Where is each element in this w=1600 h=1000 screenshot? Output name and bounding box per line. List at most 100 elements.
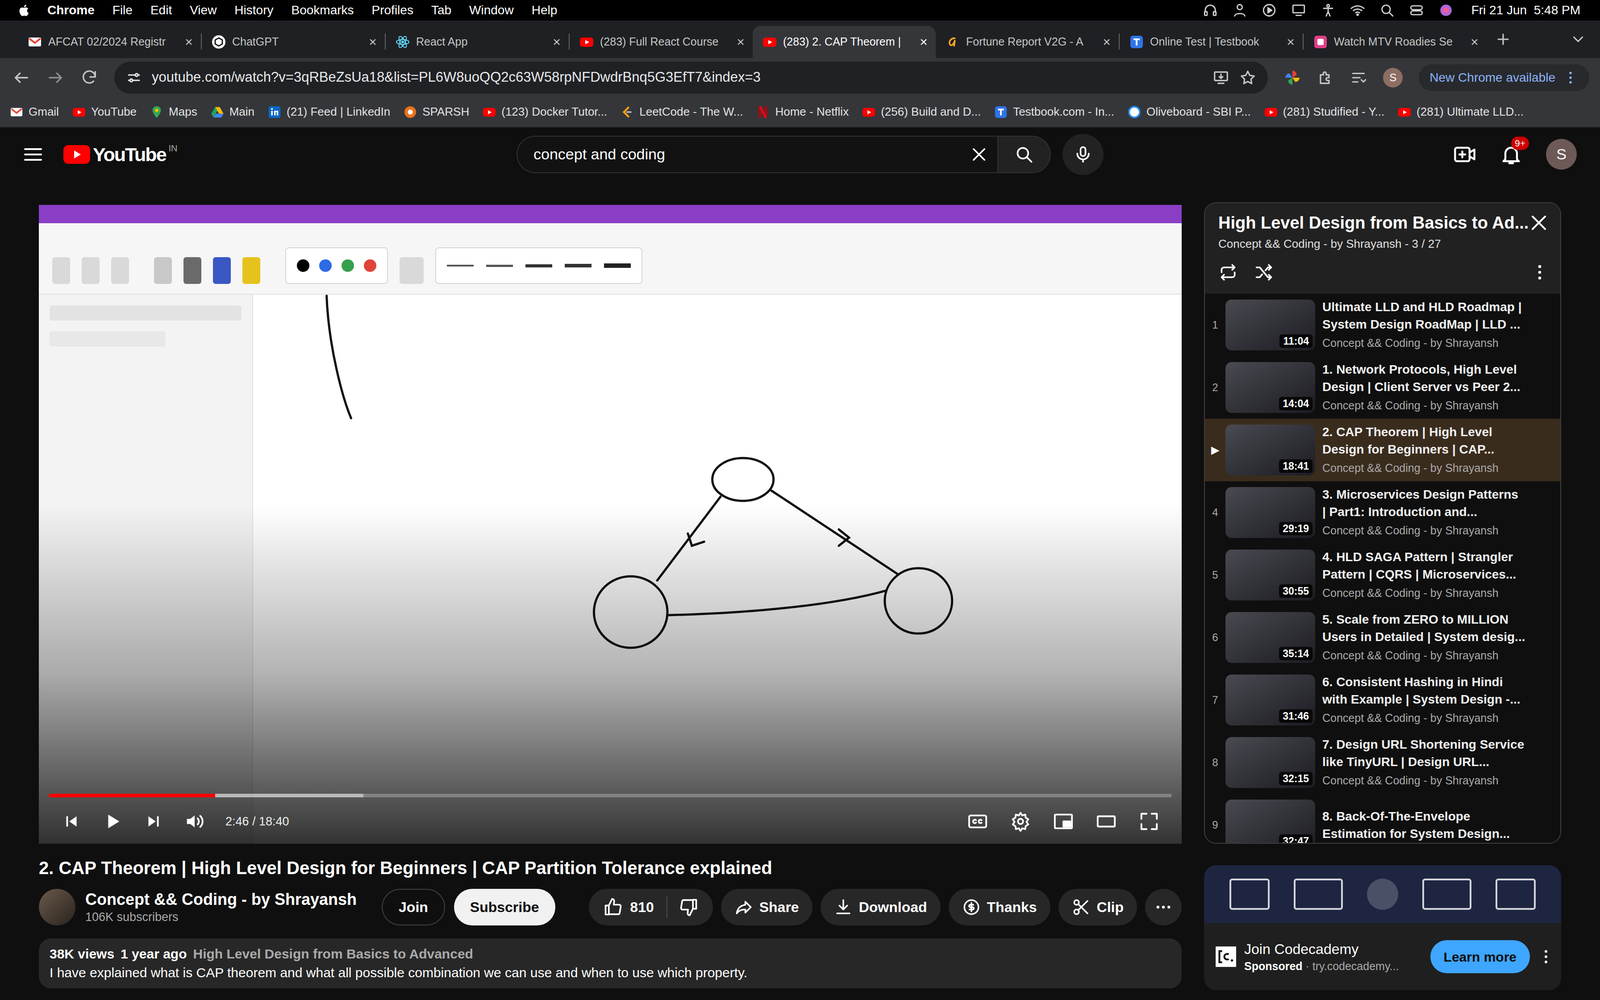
search-icon[interactable] (1014, 144, 1034, 165)
profile-avatar[interactable]: S (1383, 67, 1403, 88)
bookmark[interactable]: SPARSH (403, 103, 470, 121)
bookmark-label[interactable]: Gmail (28, 103, 59, 121)
new-tab-icon[interactable] (1494, 30, 1512, 48)
like-button[interactable]: 810 (588, 896, 667, 918)
bookmark-label[interactable]: YouTube (91, 103, 137, 121)
reading-list-icon[interactable] (1350, 69, 1367, 87)
menu-item[interactable]: Edit (150, 0, 172, 20)
tab-label[interactable]: Fortune Report V2G - A (966, 33, 1094, 51)
bookmark-star-icon[interactable] (1239, 69, 1257, 87)
playlist-more-icon[interactable] (1529, 262, 1550, 283)
tab-label[interactable]: React App (416, 33, 544, 51)
bookmark-label[interactable]: LeetCode - The W... (639, 103, 743, 121)
shuffle-icon[interactable] (1254, 262, 1274, 283)
playlist-item[interactable]: 635:145. Scale from ZERO to MILLIONUsers… (1204, 606, 1561, 669)
ad-more-icon[interactable] (1537, 947, 1555, 966)
channel-name[interactable]: Concept && Coding - by Shrayansh (85, 889, 357, 910)
sponsored-ad[interactable]: Join CodecademySponsored · try.codecadem… (1204, 865, 1562, 991)
bookmark-label[interactable]: Testbook.com - In... (1012, 103, 1115, 121)
progress-track[interactable] (49, 793, 1172, 798)
dislike-icon[interactable] (679, 897, 699, 917)
bookmark[interactable]: (256) Build and D... (862, 103, 981, 121)
previous-icon[interactable] (61, 811, 82, 832)
update-chip[interactable]: New Chrome available (1418, 64, 1590, 92)
video-thumbnail[interactable]: 31:46 (1225, 674, 1316, 726)
ad-banner[interactable] (1204, 865, 1562, 924)
playlist-item[interactable]: 429:193. Microservices Design Patterns| … (1204, 481, 1561, 544)
bookmark-label[interactable]: SPARSH (422, 103, 470, 121)
tab-close-button[interactable]: × (733, 35, 748, 49)
tab[interactable]: ChatGPT × (201, 25, 385, 59)
loop-icon[interactable] (1218, 262, 1238, 283)
thanks-button[interactable]: Thanks (948, 888, 1051, 926)
menu-item[interactable]: Bookmarks (291, 0, 354, 20)
forward-icon[interactable] (46, 68, 65, 87)
playlist-item[interactable]: 530:554. HLD SAGA Pattern | StranglerPat… (1204, 543, 1561, 607)
bookmark[interactable]: LeetCode - The W... (620, 103, 743, 121)
tab-label[interactable]: Watch MTV Roadies Se (1333, 33, 1462, 51)
tab-label[interactable]: (283) 2. CAP Theorem | (783, 33, 911, 51)
update-label[interactable]: New Chrome available (1429, 68, 1556, 88)
channel-avatar[interactable] (38, 888, 76, 926)
playlist-link[interactable]: High Level Design from Basics to Advance… (193, 944, 474, 964)
bookmark[interactable]: Main (210, 103, 255, 121)
mic-icon[interactable] (1073, 144, 1093, 165)
playlist-item[interactable]: ▶18:412. CAP Theorem | High LevelDesign … (1204, 418, 1561, 482)
bookmark[interactable]: (281) Ultimate LLD... (1397, 103, 1524, 121)
bookmark[interactable]: (21) Feed | LinkedIn (267, 103, 391, 121)
menu-item[interactable]: Tab (431, 0, 452, 20)
person-icon[interactable] (1320, 2, 1336, 18)
user-icon[interactable] (1232, 2, 1248, 18)
video-thumbnail[interactable]: 18:41 (1225, 424, 1316, 476)
tab-close-button[interactable]: × (1283, 35, 1298, 49)
fullscreen-icon[interactable] (1138, 811, 1160, 832)
video-thumbnail[interactable]: 14:04 (1225, 362, 1316, 413)
tab[interactable]: React App× (385, 25, 569, 59)
dislike-button[interactable] (667, 897, 713, 917)
download-button[interactable]: Download (820, 888, 941, 926)
menu-item[interactable]: File (112, 0, 133, 20)
tab-close-button[interactable]: × (182, 35, 196, 49)
bookmark-label[interactable]: Oliveboard - SBI P... (1146, 103, 1251, 121)
search-bar[interactable]: concept and coding (516, 135, 1051, 174)
bookmark-label[interactable]: Home - Netflix (775, 103, 849, 121)
create-icon[interactable] (1453, 142, 1477, 167)
url-text[interactable]: youtube.com/watch?v=3qRBeZsUa18&list=PL6… (151, 66, 1203, 88)
tab[interactable]: AFCAT 02/2024 Registr × (17, 25, 201, 59)
video-thumbnail[interactable]: 29:19 (1225, 487, 1316, 538)
extension-pinwheel-icon[interactable] (1283, 69, 1301, 87)
bookmark[interactable]: Maps (150, 103, 198, 121)
tab-close-button[interactable]: × (1467, 35, 1482, 49)
bookmark[interactable]: Oliveboard - SBI P... (1127, 103, 1251, 121)
omnibox[interactable]: youtube.com/watch?v=3qRBeZsUa18&list=PL6… (114, 61, 1268, 94)
bookmark[interactable]: (281) Studified - Y... (1264, 103, 1385, 121)
menu-item[interactable]: Help (531, 0, 558, 20)
captions-icon[interactable] (967, 811, 988, 832)
tab-close-button[interactable]: × (1100, 35, 1114, 49)
account-avatar[interactable]: S (1545, 138, 1577, 170)
bookmark[interactable]: Testbook.com - In... (994, 103, 1115, 121)
playlist-item[interactable]: 111:04Ultimate LLD and HLD Roadmap |Syst… (1204, 293, 1561, 357)
display-icon[interactable] (1291, 2, 1307, 18)
tab-label[interactable]: AFCAT 02/2024 Registr (48, 33, 176, 51)
next-icon[interactable] (143, 811, 164, 832)
video-player[interactable]: 2:46 / 18:40 (38, 204, 1182, 844)
playlist-item[interactable]: 731:466. Consistent Hashing in Hindiwith… (1204, 668, 1561, 732)
playlist-item[interactable]: 832:157. Design URL Shortening Serviceli… (1204, 731, 1561, 794)
wifi-icon[interactable] (1350, 2, 1366, 18)
menu-kebab-icon[interactable] (1562, 69, 1579, 86)
video-thumbnail[interactable]: 30:55 (1225, 549, 1316, 601)
bookmark-label[interactable]: Main (229, 103, 255, 121)
app-menu[interactable]: Chrome (47, 0, 95, 20)
theater-mode-icon[interactable] (1095, 811, 1117, 832)
clear-search-icon[interactable] (969, 145, 989, 164)
youtube-logo[interactable]: YouTubeIN (63, 143, 178, 166)
reload-icon[interactable] (80, 68, 99, 87)
tab-close-button[interactable]: × (366, 35, 380, 49)
video-thumbnail[interactable]: 35:14 (1225, 612, 1316, 663)
video-thumbnail[interactable]: 32:15 (1225, 737, 1316, 788)
tab-close-button[interactable]: × (916, 35, 931, 49)
bookmark-label[interactable]: (281) Studified - Y... (1283, 103, 1385, 121)
tab-label[interactable]: ChatGPT (232, 33, 360, 51)
play-icon[interactable] (102, 811, 123, 832)
